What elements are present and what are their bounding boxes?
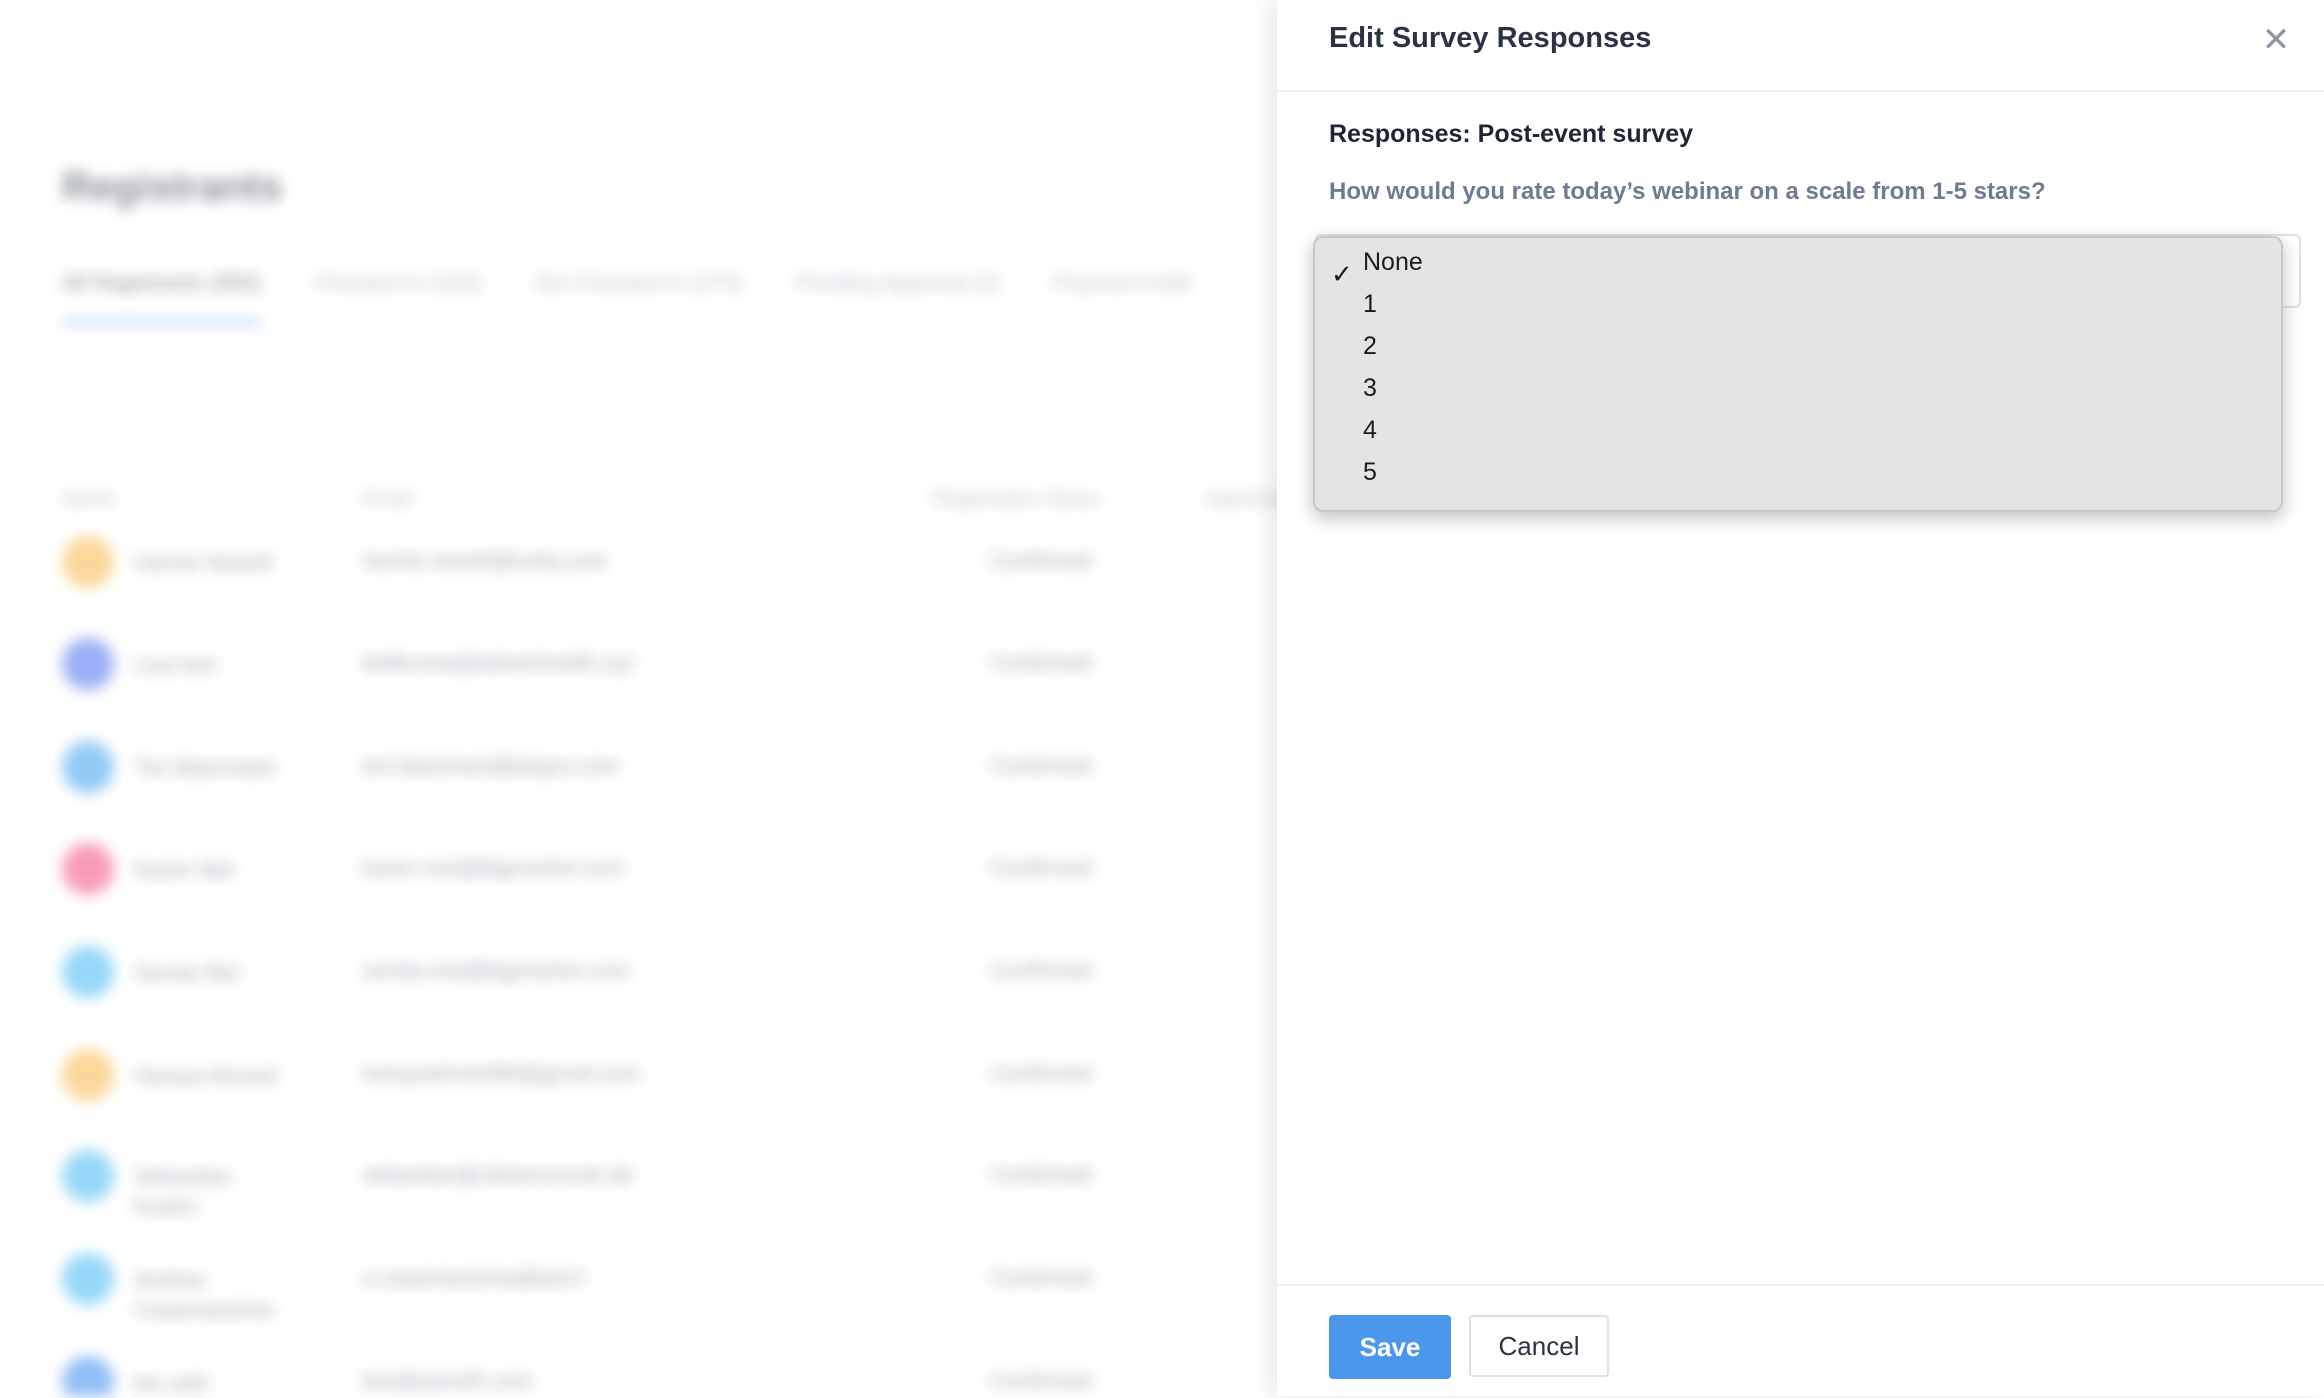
registrant-email: senda.mei@bigmarker.com <box>362 958 631 983</box>
registrant-email: test@adroll2.com <box>362 1368 534 1393</box>
tab-pending-approval[interactable]: Pending Approval (2) <box>795 270 1000 324</box>
column-header-status[interactable]: Registration Status <box>932 488 1101 511</box>
registrant-name[interactable]: Senda Mei <box>134 958 294 988</box>
table-row[interactable]: Harriet Newell harriet.newell@unity.com Co… <box>62 536 1262 636</box>
avatar <box>62 946 114 998</box>
dropdown-option-5[interactable]: 5 <box>1363 452 2243 492</box>
table-row[interactable]: Sebastian Kuehn sebastian@citizenscircle.… <box>62 1150 1262 1250</box>
avatar <box>62 536 114 588</box>
dropdown-option-3[interactable]: 3 <box>1363 368 2243 408</box>
table-row[interactable]: Haniya Ahmed haniyaahmed96@gmail.com Confi… <box>62 1049 1262 1149</box>
dropdown-option-2[interactable]: 2 <box>1363 326 2243 366</box>
avatar <box>62 1356 114 1396</box>
avatar <box>62 1049 114 1101</box>
registrant-name[interactable]: leo yaki <box>134 1368 294 1396</box>
cancel-button[interactable]: Cancel <box>1469 1315 1609 1377</box>
registrant-name[interactable]: Harriet Newell <box>134 548 294 578</box>
panel-footer: Save Cancel <box>1277 1284 2324 1398</box>
save-button[interactable]: Save <box>1329 1315 1451 1379</box>
registrant-email: sebastian@citizenscircle.de <box>362 1162 634 1187</box>
column-header-name[interactable]: Name <box>62 488 115 511</box>
table-row[interactable]: Andrea Casamassima a.casamassima@ted.it Co… <box>62 1253 1262 1353</box>
panel-header: Edit Survey Responses ✕ <box>1277 0 2324 92</box>
checkmark-icon: ✓ <box>1331 259 1353 289</box>
edit-survey-panel: Edit Survey Responses ✕ Responses: Post-… <box>1277 0 2324 1396</box>
close-icon[interactable]: ✕ <box>2258 22 2294 58</box>
survey-section-title: Responses: Post-event survey <box>1329 120 1694 148</box>
tab-payment-hold[interactable]: Payment Hold <box>1053 270 1191 324</box>
registrant-email: karen.mei@bigmarker.com <box>362 855 626 880</box>
avatar <box>62 843 114 895</box>
registrant-email: haniyaahmed96@gmail.com <box>362 1061 642 1086</box>
table-row[interactable]: Lisa test bellkroma@advertmo85.xyz Confirm… <box>62 638 1262 738</box>
table-row[interactable]: Tori Blanchard tori.blanchard@tegus.com Co… <box>62 741 1262 841</box>
tab-not-checked-in[interactable]: Not Checked In (275) <box>534 270 743 324</box>
registrant-name[interactable]: Haniya Ahmed <box>134 1061 294 1091</box>
registration-status: Confirmed <box>990 650 1092 675</box>
rating-dropdown-menu: ✓ None 1 2 3 4 5 <box>1313 236 2283 512</box>
registrants-page-background: Registrants All Registrants (583) Checke… <box>0 0 1300 1396</box>
table-row[interactable]: leo yaki test@adroll2.com Confirmed <box>62 1356 1262 1396</box>
tab-all-registrants[interactable]: All Registrants (583) <box>62 270 262 324</box>
registration-status: Confirmed <box>990 1368 1092 1393</box>
table-row[interactable]: Karen Mei karen.mei@bigmarker.com Confirme… <box>62 843 1262 943</box>
column-header-approval[interactable]: Approval <box>1205 488 1284 511</box>
registrant-tabs: All Registrants (583) Checked In (318) N… <box>62 270 1191 324</box>
registration-status: Confirmed <box>990 753 1092 778</box>
panel-title: Edit Survey Responses <box>1329 22 1652 54</box>
page-title: Registrants <box>62 165 283 209</box>
dropdown-option-none[interactable]: None <box>1363 242 2243 282</box>
registrant-name[interactable]: Karen Mei <box>134 855 294 885</box>
registration-status: Confirmed <box>990 1265 1092 1290</box>
registrant-email: a.casamassima@ted.it <box>362 1265 585 1290</box>
registrant-name[interactable]: Sebastian Kuehn <box>134 1162 294 1222</box>
tab-checked-in[interactable]: Checked In (318) <box>313 270 482 324</box>
registrant-name[interactable]: Andrea Casamassima <box>134 1265 294 1325</box>
registration-status: Confirmed <box>990 1162 1092 1187</box>
registrant-name[interactable]: Lisa test <box>134 650 294 680</box>
registration-status: Confirmed <box>990 958 1092 983</box>
avatar <box>62 1150 114 1202</box>
avatar <box>62 1253 114 1305</box>
avatar <box>62 741 114 793</box>
column-header-email[interactable]: Email <box>362 488 412 511</box>
survey-question: How would you rate today’s webinar on a … <box>1329 178 2046 205</box>
registrant-email: harriet.newell@unity.com <box>362 548 608 573</box>
dropdown-option-1[interactable]: 1 <box>1363 284 2243 324</box>
registration-status: Confirmed <box>990 548 1092 573</box>
table-row[interactable]: Senda Mei senda.mei@bigmarker.com Confirme… <box>62 946 1262 1046</box>
registration-status: Confirmed <box>990 1061 1092 1086</box>
avatar <box>62 638 114 690</box>
dropdown-option-4[interactable]: 4 <box>1363 410 2243 450</box>
registrant-email: tori.blanchard@tegus.com <box>362 753 620 778</box>
registrant-name[interactable]: Tori Blanchard <box>134 753 294 783</box>
registrant-email: bellkroma@advertmo85.xyz <box>362 650 635 675</box>
registration-status: Confirmed <box>990 855 1092 880</box>
